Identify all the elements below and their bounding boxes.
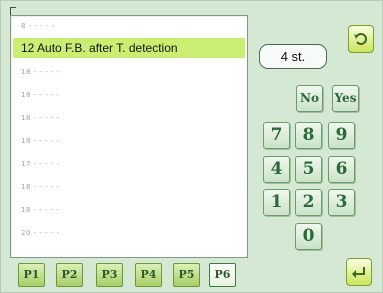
list-item[interactable]: 18 - - - - - [13,85,245,105]
tab-p2[interactable]: P2 [56,263,83,287]
refresh-button[interactable] [348,25,374,53]
stitch-count-display: 4 st. [259,44,327,69]
yes-button[interactable]: Yes [332,85,359,112]
key-8[interactable]: 8 [295,122,322,149]
tab-p5[interactable]: P5 [173,263,200,287]
key-2[interactable]: 2 [295,189,322,216]
list-item[interactable]: 18 - - - - - [13,177,245,197]
list-item[interactable]: 17 - - - - - [13,154,245,174]
refresh-arrow-icon [354,33,367,45]
key-1[interactable]: 1 [263,189,290,216]
tab-p3[interactable]: P3 [96,263,123,287]
return-button[interactable] [346,258,372,286]
tab-p4[interactable]: P4 [135,263,162,287]
no-button[interactable]: No [296,85,323,112]
key-9[interactable]: 9 [328,122,355,149]
list-item[interactable]: 18 - - - - - [13,131,245,151]
list-item[interactable]: 18 - - - - - [13,200,245,220]
tab-p6[interactable]: P6 [209,263,236,287]
tab-p1[interactable]: P1 [18,263,45,287]
list-item-selected[interactable]: 12 Auto F.B. after T. detection [13,38,245,58]
list-item[interactable]: 18 - - - - - [13,108,245,128]
key-4[interactable]: 4 [263,156,290,183]
return-arrow-icon [352,267,365,278]
list-item[interactable]: 18 - - - - - [13,62,245,82]
function-list[interactable]: 8 - - - - - 12 Auto F.B. after T. detect… [10,15,248,258]
list-item[interactable]: 8 - - - - - [13,16,245,36]
key-0[interactable]: 0 [295,223,322,250]
key-5[interactable]: 5 [295,156,322,183]
key-3[interactable]: 3 [328,189,355,216]
machine-panel: 8 - - - - - 12 Auto F.B. after T. detect… [0,0,383,293]
key-6[interactable]: 6 [328,156,355,183]
list-item[interactable]: 20 - - - - - [13,223,245,243]
key-7[interactable]: 7 [263,122,290,149]
